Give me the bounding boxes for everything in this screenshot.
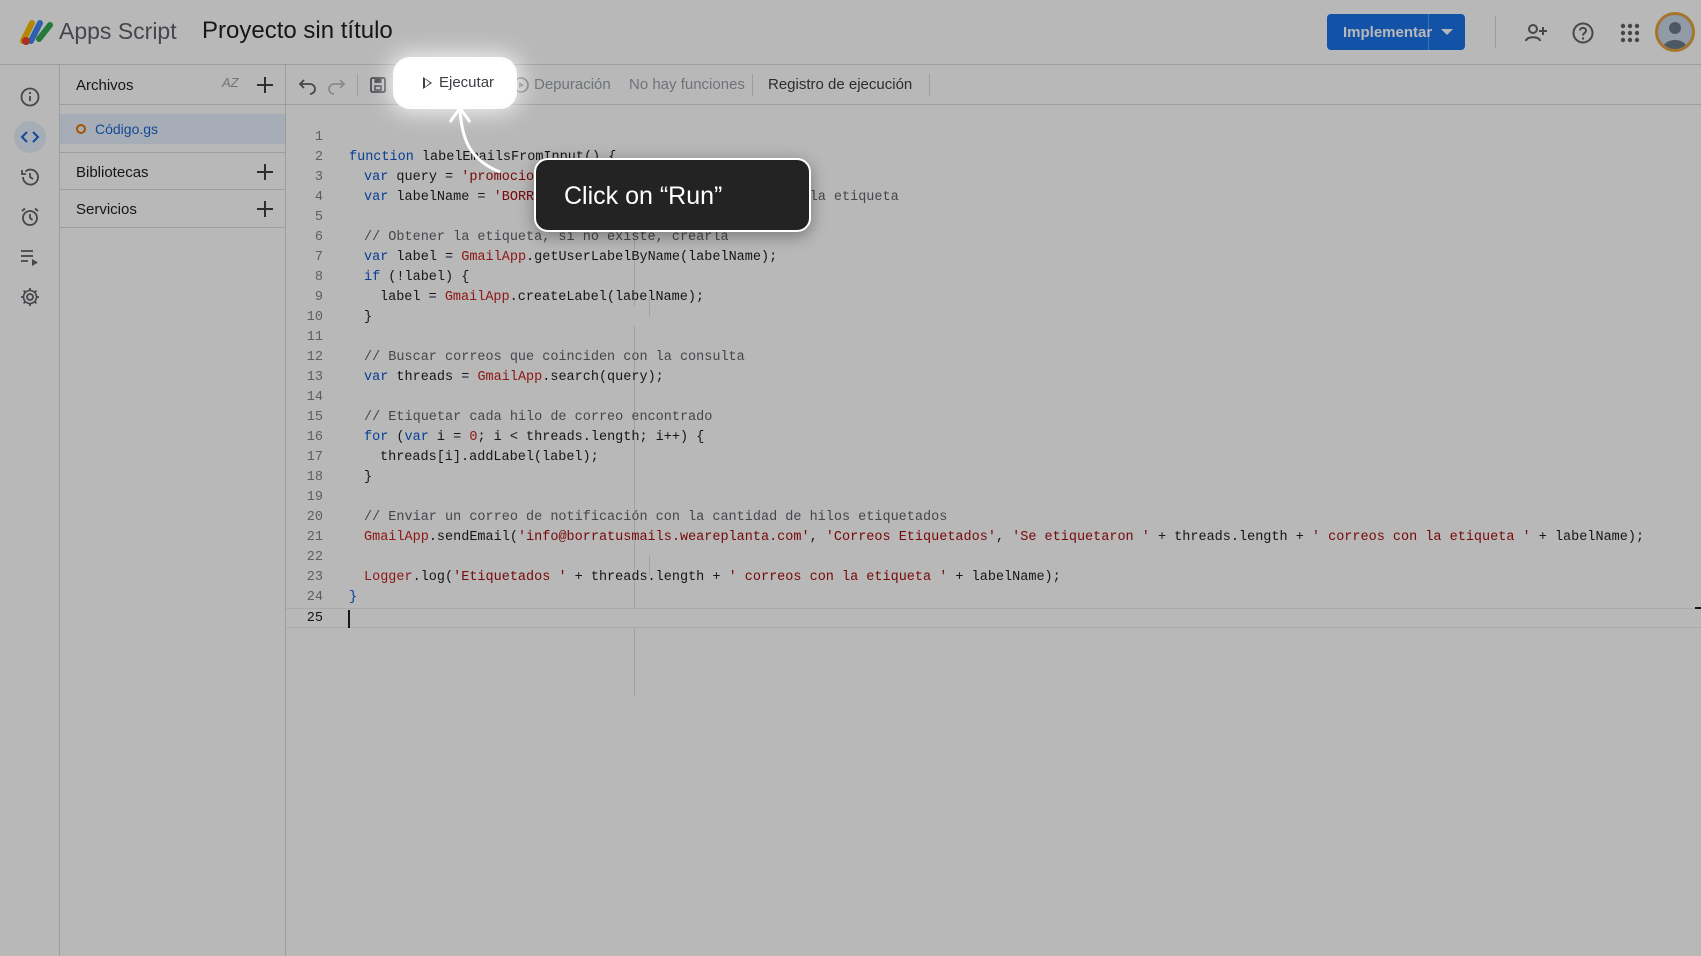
code-line: 19 [306, 490, 323, 505]
deploy-button[interactable]: Implementar [1327, 14, 1465, 50]
apps-script-logo-icon [20, 20, 53, 45]
info-icon [20, 87, 40, 107]
redo-icon[interactable] [326, 75, 346, 95]
code-line: 6// Obtener la etiqueta, si no existe, c… [314, 230, 729, 245]
account-avatar[interactable] [1655, 12, 1695, 52]
toolbar-divider [929, 74, 930, 96]
code-line: 18} [306, 470, 373, 485]
scrollbar-marker[interactable] [1695, 607, 1701, 609]
save-icon[interactable] [368, 75, 388, 95]
tooltip-text: Click on “Run” [564, 182, 723, 210]
playlist-play-icon [21, 250, 38, 266]
code-line: 10} [306, 310, 373, 325]
header-divider [1495, 16, 1496, 48]
files-title: Archivos [76, 77, 134, 94]
app-name: Apps Script [59, 18, 177, 44]
code-line: 21 GmailApp.sendEmail('info@borratusmails… [306, 530, 1645, 545]
sort-az-icon[interactable]: AZ [222, 75, 239, 90]
libraries-label: Bibliotecas [76, 164, 149, 181]
project-title[interactable]: Proyecto sin título [202, 17, 393, 45]
code-line: 24} [306, 590, 358, 605]
alarm-icon [21, 207, 39, 226]
app-header: Apps Script Proyecto sin título Implemen… [0, 0, 1701, 65]
code-line: 16 for (var i = 0; i < threads.length; i+… [306, 430, 705, 445]
code-line: 7 var label = GmailApp.getUserLabelByName… [314, 250, 778, 265]
files-header: Archivos AZ [60, 65, 286, 105]
rail-overview[interactable] [14, 81, 46, 113]
execution-log-button[interactable]: Registro de ejecución [768, 76, 912, 93]
gear-icon [21, 288, 39, 306]
left-nav-rail [0, 65, 60, 956]
chevron-down-icon[interactable] [1441, 29, 1453, 35]
code-line: 17 threads[i].addLabel(label); [306, 450, 599, 465]
code-line: 4var labelName = 'BORRAR'; // Ingresa aq… [314, 190, 899, 205]
help-icon[interactable] [1570, 20, 1596, 46]
libraries-section[interactable]: Bibliotecas [60, 152, 285, 190]
code-line: 8 if (!label) { [314, 270, 470, 285]
file-name: Código.gs [95, 121, 159, 137]
avatar-icon [1658, 15, 1692, 49]
debug-button[interactable]: Depuración [534, 76, 611, 93]
services-label: Servicios [76, 201, 137, 218]
code-line-current: 25 [286, 608, 1701, 628]
file-status-icon [76, 124, 86, 134]
add-library-plus-icon[interactable] [255, 162, 275, 182]
deploy-button-label: Implementar [1343, 24, 1433, 41]
code-editor[interactable]: 1 2 function labelEmailsFromInput() { 3 va… [286, 106, 1701, 956]
add-file-plus-icon[interactable] [255, 75, 275, 95]
code-line: 23 Logger.log('Etiquetados ' + threads.le… [306, 570, 1061, 585]
rail-triggers[interactable] [14, 201, 46, 233]
toolbar-divider [357, 74, 358, 96]
code-line: 14 [306, 390, 323, 405]
files-panel: Archivos AZ Código.gs Bibliotecas Servic… [60, 65, 286, 956]
rail-executions[interactable] [14, 241, 46, 273]
rail-settings[interactable] [14, 281, 46, 313]
code-line: 5 [314, 210, 323, 225]
share-person-add-icon[interactable] [1523, 20, 1549, 46]
code-line: 12// Buscar correos que coinciden con la… [306, 350, 745, 365]
apps-grid-icon[interactable] [1617, 20, 1643, 46]
undo-icon[interactable] [298, 75, 318, 95]
tutorial-tooltip: Click on “Run” [534, 158, 811, 232]
run-button-label: Ejecutar [439, 74, 495, 91]
code-line: 11 [306, 330, 323, 345]
code-line: 22 [306, 550, 323, 565]
rail-editor[interactable] [14, 121, 46, 153]
file-item-codigo[interactable]: Código.gs [60, 114, 285, 144]
text-cursor [348, 610, 350, 628]
code-line: 13 var threads = GmailApp.search(query); [306, 370, 664, 385]
code-line: 9 label = GmailApp.createLabel(labelName)… [314, 290, 705, 305]
history-icon [21, 168, 39, 186]
play-icon [423, 77, 432, 89]
services-section[interactable]: Servicios [60, 190, 285, 228]
add-service-plus-icon[interactable] [255, 199, 275, 219]
toolbar-divider [752, 74, 753, 96]
debug-icon[interactable] [511, 75, 531, 95]
code-icon [20, 131, 40, 143]
function-select[interactable]: No hay funciones [629, 76, 745, 93]
code-line: 20// Enviar un correo de notificación co… [306, 510, 948, 525]
rail-history[interactable] [14, 161, 46, 193]
code-line: 15// Etiquetar cada hilo de correo encon… [306, 410, 713, 425]
deploy-divider [1428, 14, 1429, 50]
